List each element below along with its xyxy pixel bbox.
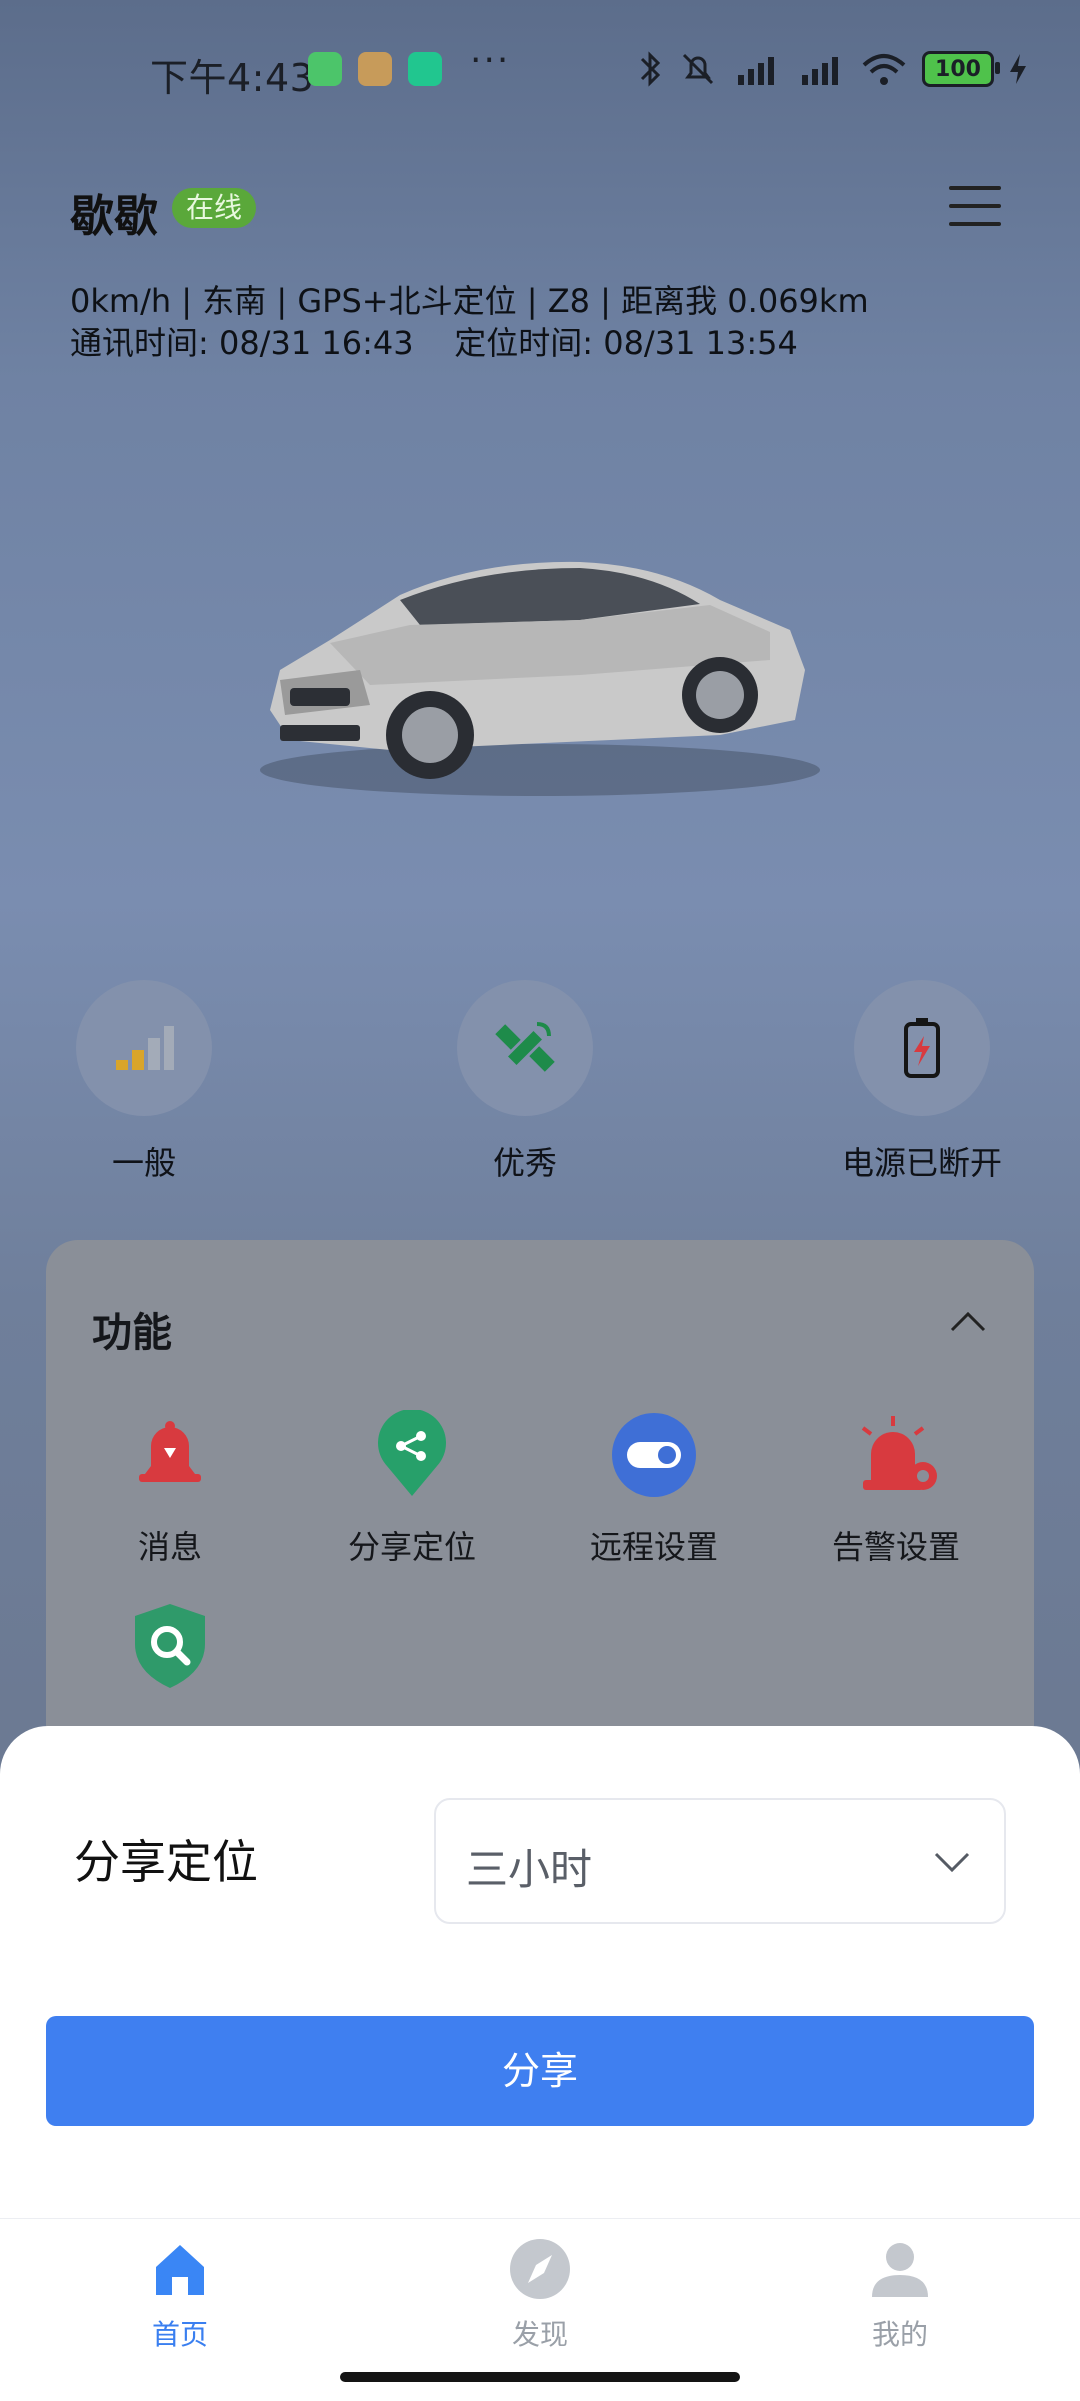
share-location-icon <box>378 1408 446 1496</box>
app-notification-icon <box>358 52 392 86</box>
menu-icon <box>949 222 1001 226</box>
battery-indicator: 100 <box>922 51 1000 87</box>
menu-button[interactable] <box>945 182 1005 230</box>
share-button[interactable]: 分享 <box>46 2016 1034 2126</box>
vehicle-timestamps: 通讯时间: 08/31 16:43 定位时间: 08/31 13:54 <box>70 324 798 362</box>
collapse-chevron-icon[interactable] <box>948 1306 988 1336</box>
app-notification-icon <box>408 52 442 86</box>
mute-bell-icon <box>682 53 714 85</box>
function-label: 分享定位 <box>347 1528 476 1566</box>
power-stat: 电源已断开 <box>822 980 1022 1184</box>
function-item-share-location[interactable]: 分享定位 <box>312 1408 512 1568</box>
signal-hd-icon <box>738 57 774 85</box>
car-image <box>260 561 820 796</box>
tab-label: 我的 <box>871 2318 928 2351</box>
status-bar: 下午4:43 ··· 100 <box>0 0 1080 140</box>
bluetooth-icon <box>640 51 661 87</box>
duration-value: 三小时 <box>466 1845 593 1894</box>
menu-icon <box>949 204 1001 208</box>
tab-label: 发现 <box>511 2318 568 2351</box>
power-label: 电源已断开 <box>841 1144 1002 1182</box>
function-item-remote-settings[interactable]: 远程设置 <box>554 1410 754 1568</box>
battery-level: 100 <box>935 56 981 82</box>
wifi-icon <box>862 54 906 85</box>
signal-strength-badge <box>76 980 212 1116</box>
tab-discover[interactable]: 发现 <box>440 2237 640 2353</box>
functions-title: 功能 <box>92 1310 172 1356</box>
home-indicator[interactable] <box>340 2372 740 2382</box>
charging-icon <box>1010 54 1026 84</box>
function-item-alarm-settings[interactable]: 告警设置 <box>796 1410 996 1568</box>
function-label: 远程设置 <box>589 1528 718 1566</box>
functions-card: 功能 消息 分享定位 远程设置 告警设置 <box>46 1240 1034 1800</box>
home-icon <box>156 2245 204 2295</box>
signal-bars-icon <box>116 1026 174 1070</box>
battery-disconnected-icon <box>904 1018 940 1078</box>
vehicle-info: 0km/h | 东南 | GPS+北斗定位 | Z8 | 距离我 0.069km <box>70 282 869 320</box>
signal-icon <box>802 57 838 85</box>
signal-strength-stat: 一般 <box>44 980 244 1184</box>
status-icons: 100 <box>636 44 1028 94</box>
function-label: 告警设置 <box>831 1528 960 1566</box>
compass-icon <box>510 2239 570 2299</box>
sheet-title: 分享定位 <box>74 1835 258 1889</box>
tab-label: 首页 <box>151 2318 208 2351</box>
alarm-settings-icon <box>861 1416 937 1490</box>
toggle-icon <box>612 1413 696 1497</box>
tab-home[interactable]: 首页 <box>80 2237 280 2353</box>
share-location-sheet: 分享定位 三小时 分享 <box>0 1726 1080 2218</box>
status-time: 下午4:43 <box>150 56 315 100</box>
shield-search-icon <box>135 1604 205 1688</box>
status-badge: 在线 <box>172 188 257 228</box>
power-badge <box>854 980 990 1116</box>
chevron-down-icon <box>934 1852 970 1873</box>
user-icon <box>872 2243 928 2297</box>
function-item-messages[interactable]: 消息 <box>70 1410 270 1568</box>
app-notification-icon <box>308 52 342 86</box>
satellite-icon <box>495 1022 555 1072</box>
function-label: 消息 <box>137 1528 202 1566</box>
device-name: 歇歇 <box>70 191 158 242</box>
tab-profile[interactable]: 我的 <box>800 2237 1000 2353</box>
duration-select[interactable]: 三小时 <box>434 1798 1006 1924</box>
satellite-stat: 优秀 <box>425 980 625 1184</box>
satellite-badge <box>457 980 593 1116</box>
more-notifications-icon: ··· <box>470 40 511 81</box>
bell-icon <box>139 1421 201 1482</box>
menu-icon <box>949 186 1001 190</box>
function-item-security-check[interactable] <box>70 1600 270 1712</box>
satellite-label: 优秀 <box>492 1144 557 1182</box>
signal-strength-label: 一般 <box>111 1144 176 1182</box>
